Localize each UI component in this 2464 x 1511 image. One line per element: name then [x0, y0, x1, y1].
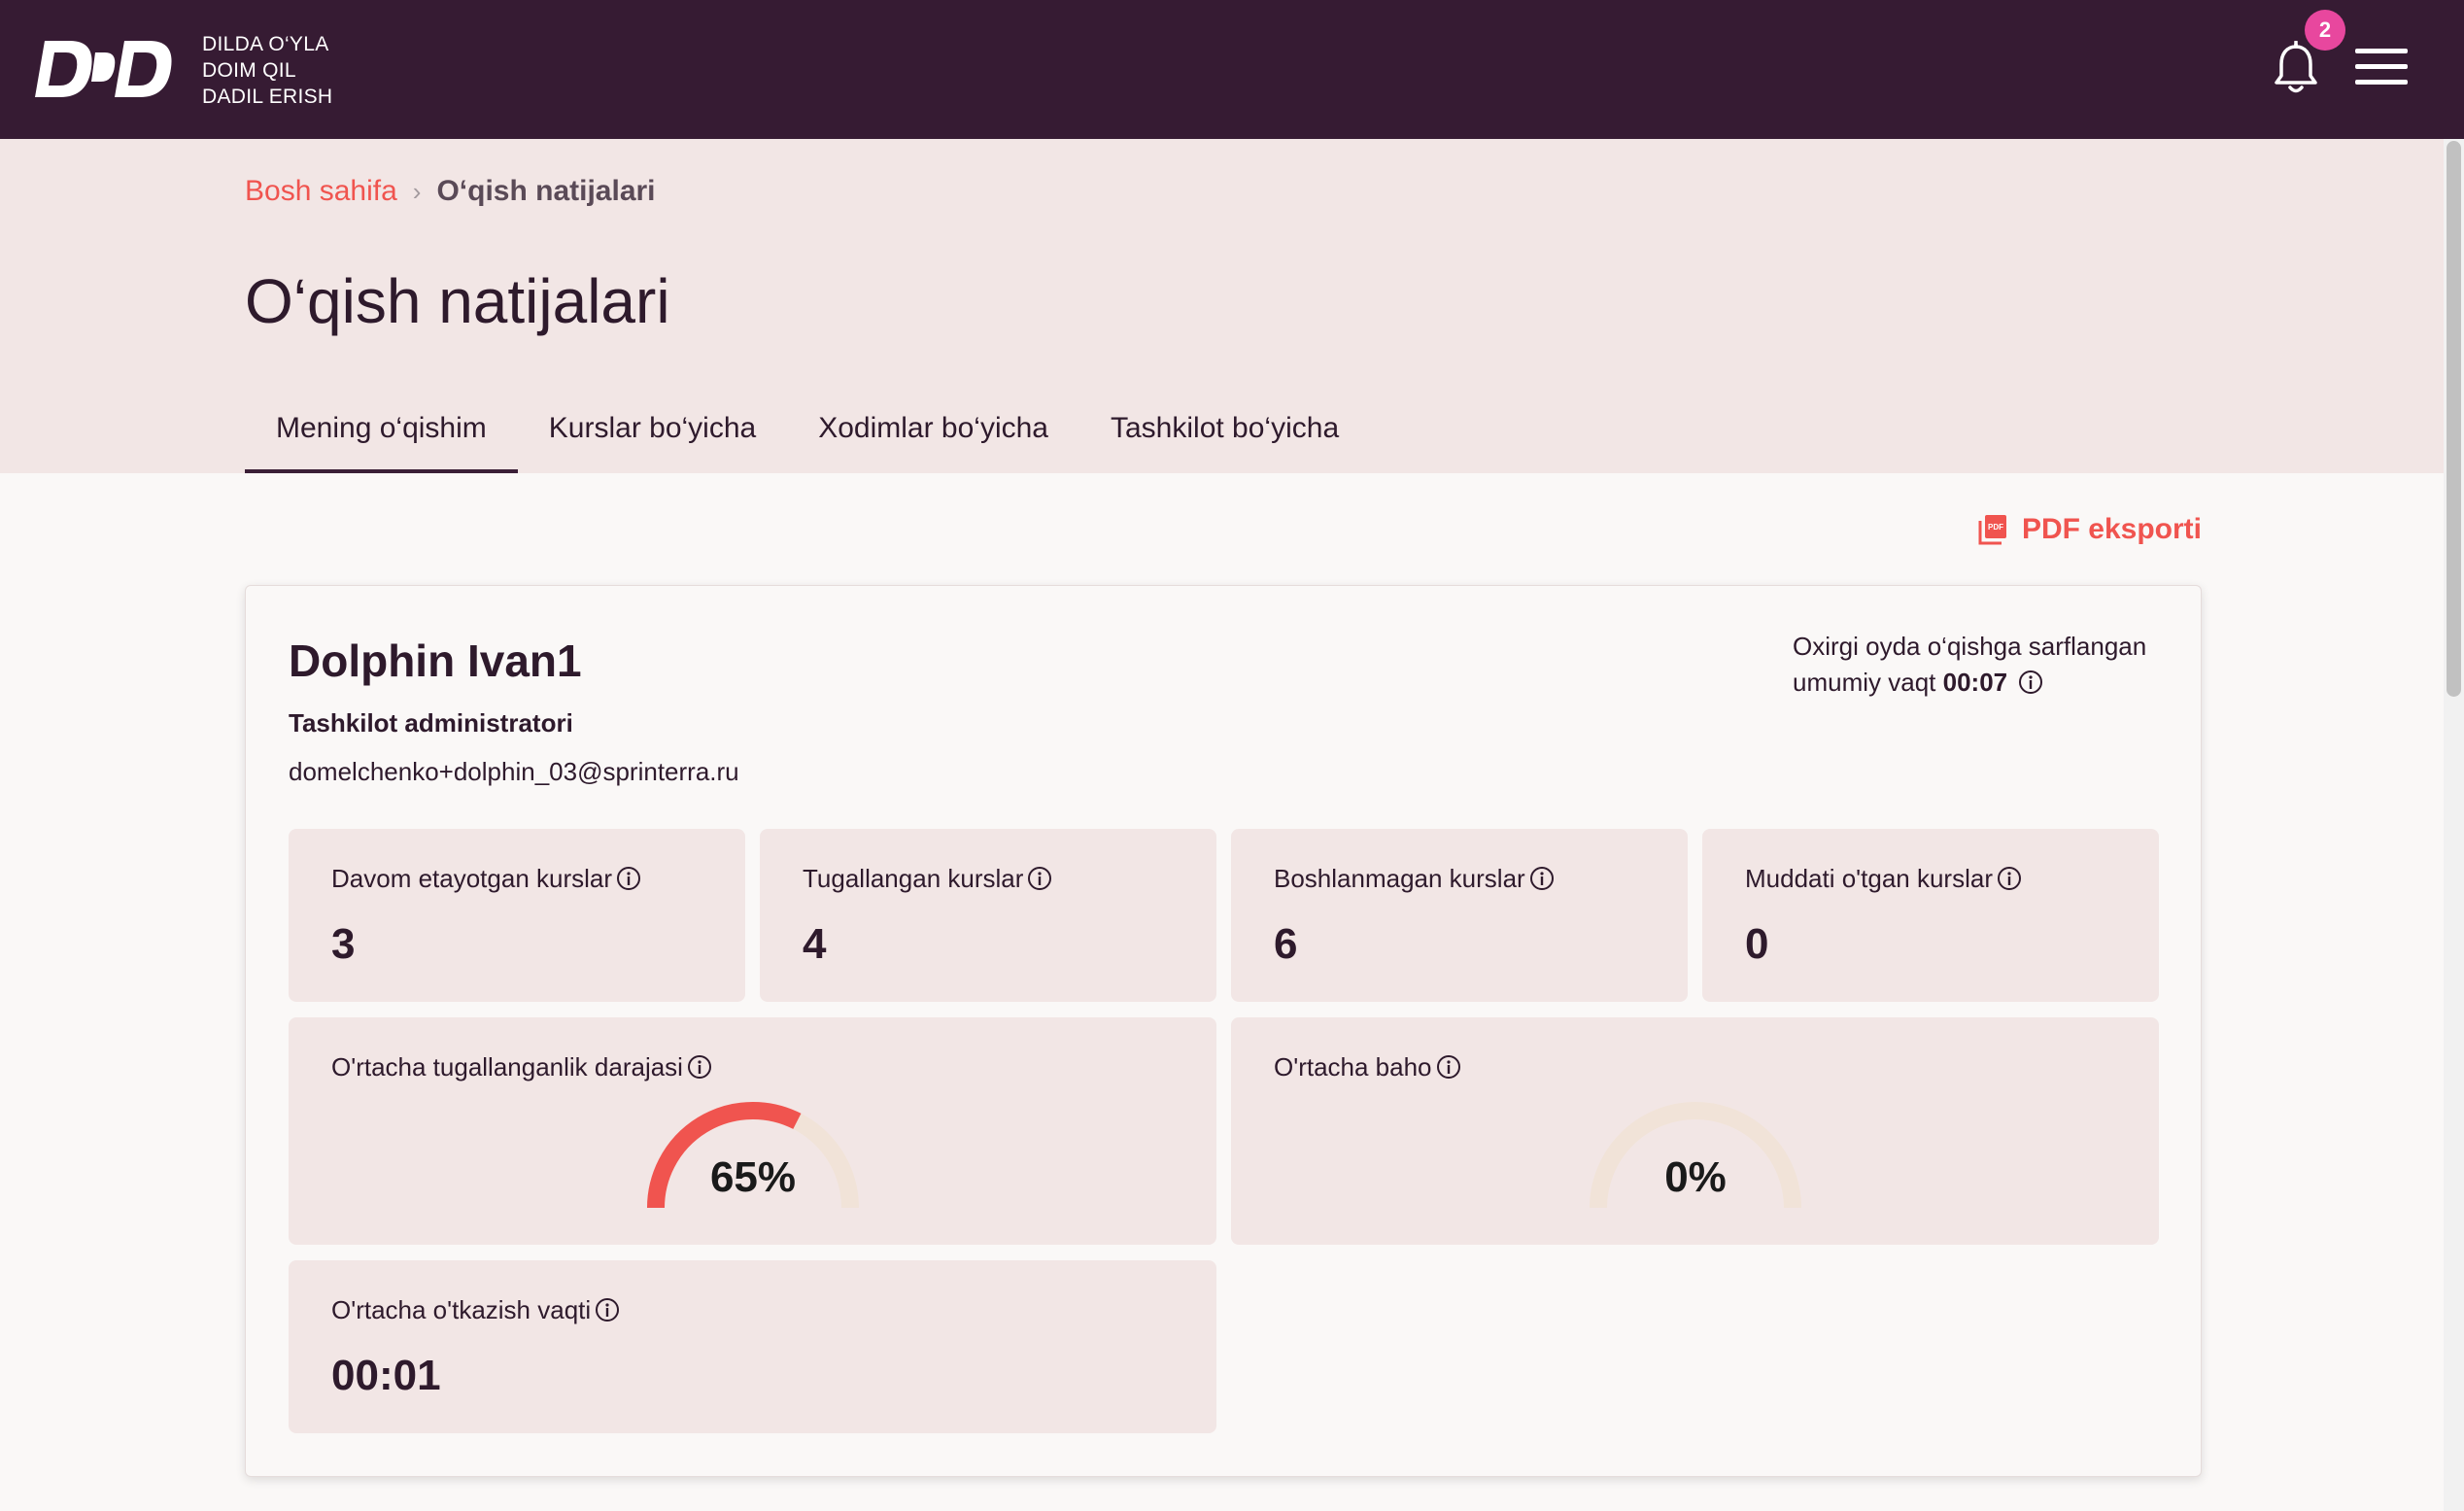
stat-label: Tugallangan kurslar: [803, 864, 1052, 894]
chevron-right-icon: ›: [412, 176, 422, 206]
average-time-tile: O'rtacha o'tkazish vaqti 00:01: [289, 1260, 1216, 1433]
info-icon[interactable]: [2018, 670, 2043, 695]
info-icon[interactable]: [1529, 866, 1555, 891]
completion-rate-tile: O'rtacha tugallanganlik darajasi 65%: [289, 1017, 1216, 1245]
stat-tile-completed: Tugallangan kurslar 4: [760, 829, 1216, 1002]
breadcrumb-current: O‘qish natijalari: [436, 175, 656, 207]
top-bar: DILDA O‘YLA DOIM QIL DADIL ERISH 2: [0, 0, 2464, 139]
monthly-time-summary: Oxirgi oyda o‘qishga sarflangan umumiy v…: [1793, 629, 2162, 701]
monthly-time-label-line1: Oxirgi oyda o‘qishga sarflangan: [1793, 632, 2147, 661]
bell-icon[interactable]: [2273, 41, 2319, 95]
learning-summary-card: Dolphin Ivan1 Tashkilot administratori d…: [245, 585, 2202, 1477]
tagline: DILDA O‘YLA DOIM QIL DADIL ERISH: [202, 31, 332, 110]
user-role: Tashkilot administratori: [289, 708, 573, 738]
tagline-line-2: DOIM QIL: [202, 59, 296, 82]
average-grade-gauge-value: 0%: [1664, 1153, 1727, 1201]
info-icon[interactable]: [1027, 866, 1052, 891]
ddd-logo-icon[interactable]: [35, 39, 177, 99]
tab-my-learning[interactable]: Mening o‘qishim: [245, 411, 518, 473]
stat-label: Boshlanmagan kurslar: [1274, 864, 1555, 894]
average-time-value: 00:01: [331, 1352, 441, 1399]
stat-value: 6: [1274, 920, 1298, 968]
pdf-export-label: PDF eksporti: [2021, 513, 2202, 545]
tab-by-courses[interactable]: Kurslar bo‘yicha: [518, 411, 787, 473]
stat-tile-in-progress: Davom etayotgan kurslar 3: [289, 829, 745, 1002]
stat-label: Muddati o'tgan kurslar: [1745, 864, 2022, 894]
stat-tile-overdue: Muddati o'tgan kurslar 0: [1702, 829, 2159, 1002]
breadcrumb-home-link[interactable]: Bosh sahifa: [245, 175, 397, 208]
user-email: domelchenko+dolphin_03@sprinterra.ru: [289, 757, 739, 786]
tagline-line-1: DILDA O‘YLA: [202, 33, 329, 55]
completion-rate-label: O'rtacha tugallanganlik darajasi: [331, 1052, 712, 1082]
user-name: Dolphin Ivan1: [289, 635, 582, 686]
info-icon[interactable]: [595, 1297, 620, 1322]
average-grade-tile: O'rtacha baho 0%: [1231, 1017, 2159, 1245]
pdf-export-button[interactable]: PDF PDF eksporti: [1977, 513, 2202, 546]
tab-by-employees[interactable]: Xodimlar bo‘yicha: [787, 411, 1079, 473]
stat-value: 0: [1745, 920, 1769, 968]
monthly-time-value: 00:07: [1942, 668, 2008, 697]
pdf-icon: PDF: [1978, 515, 2006, 545]
info-icon[interactable]: [616, 866, 641, 891]
notification-badge[interactable]: 2: [2305, 10, 2345, 51]
info-icon[interactable]: [1997, 866, 2022, 891]
hamburger-menu-icon[interactable]: [2355, 49, 2408, 87]
breadcrumb: Bosh sahifa › O‘qish natijalari: [245, 175, 656, 208]
page-header: Bosh sahifa › O‘qish natijalari O‘qish n…: [0, 139, 2444, 473]
svg-text:PDF: PDF: [1988, 523, 2003, 532]
info-icon[interactable]: [1436, 1054, 1461, 1080]
stat-label: Davom etayotgan kurslar: [331, 864, 641, 894]
average-grade-label: O'rtacha baho: [1274, 1052, 1461, 1082]
tab-by-organization[interactable]: Tashkilot bo‘yicha: [1079, 411, 1370, 473]
completion-gauge-value: 65%: [709, 1153, 797, 1201]
stat-value: 4: [803, 920, 827, 968]
stat-value: 3: [331, 920, 356, 968]
monthly-time-label-line2: umumiy vaqt: [1793, 668, 1936, 697]
tab-bar: Mening o‘qishim Kurslar bo‘yicha Xodimla…: [245, 411, 1370, 473]
average-time-label: O'rtacha o'tkazish vaqti: [331, 1295, 620, 1325]
stat-tile-not-started: Boshlanmagan kurslar 6: [1231, 829, 1688, 1002]
scrollbar-thumb[interactable]: [2447, 141, 2461, 697]
info-icon[interactable]: [687, 1054, 712, 1080]
tagline-line-3: DADIL ERISH: [202, 86, 333, 108]
page-title: O‘qish natijalari: [245, 266, 670, 336]
